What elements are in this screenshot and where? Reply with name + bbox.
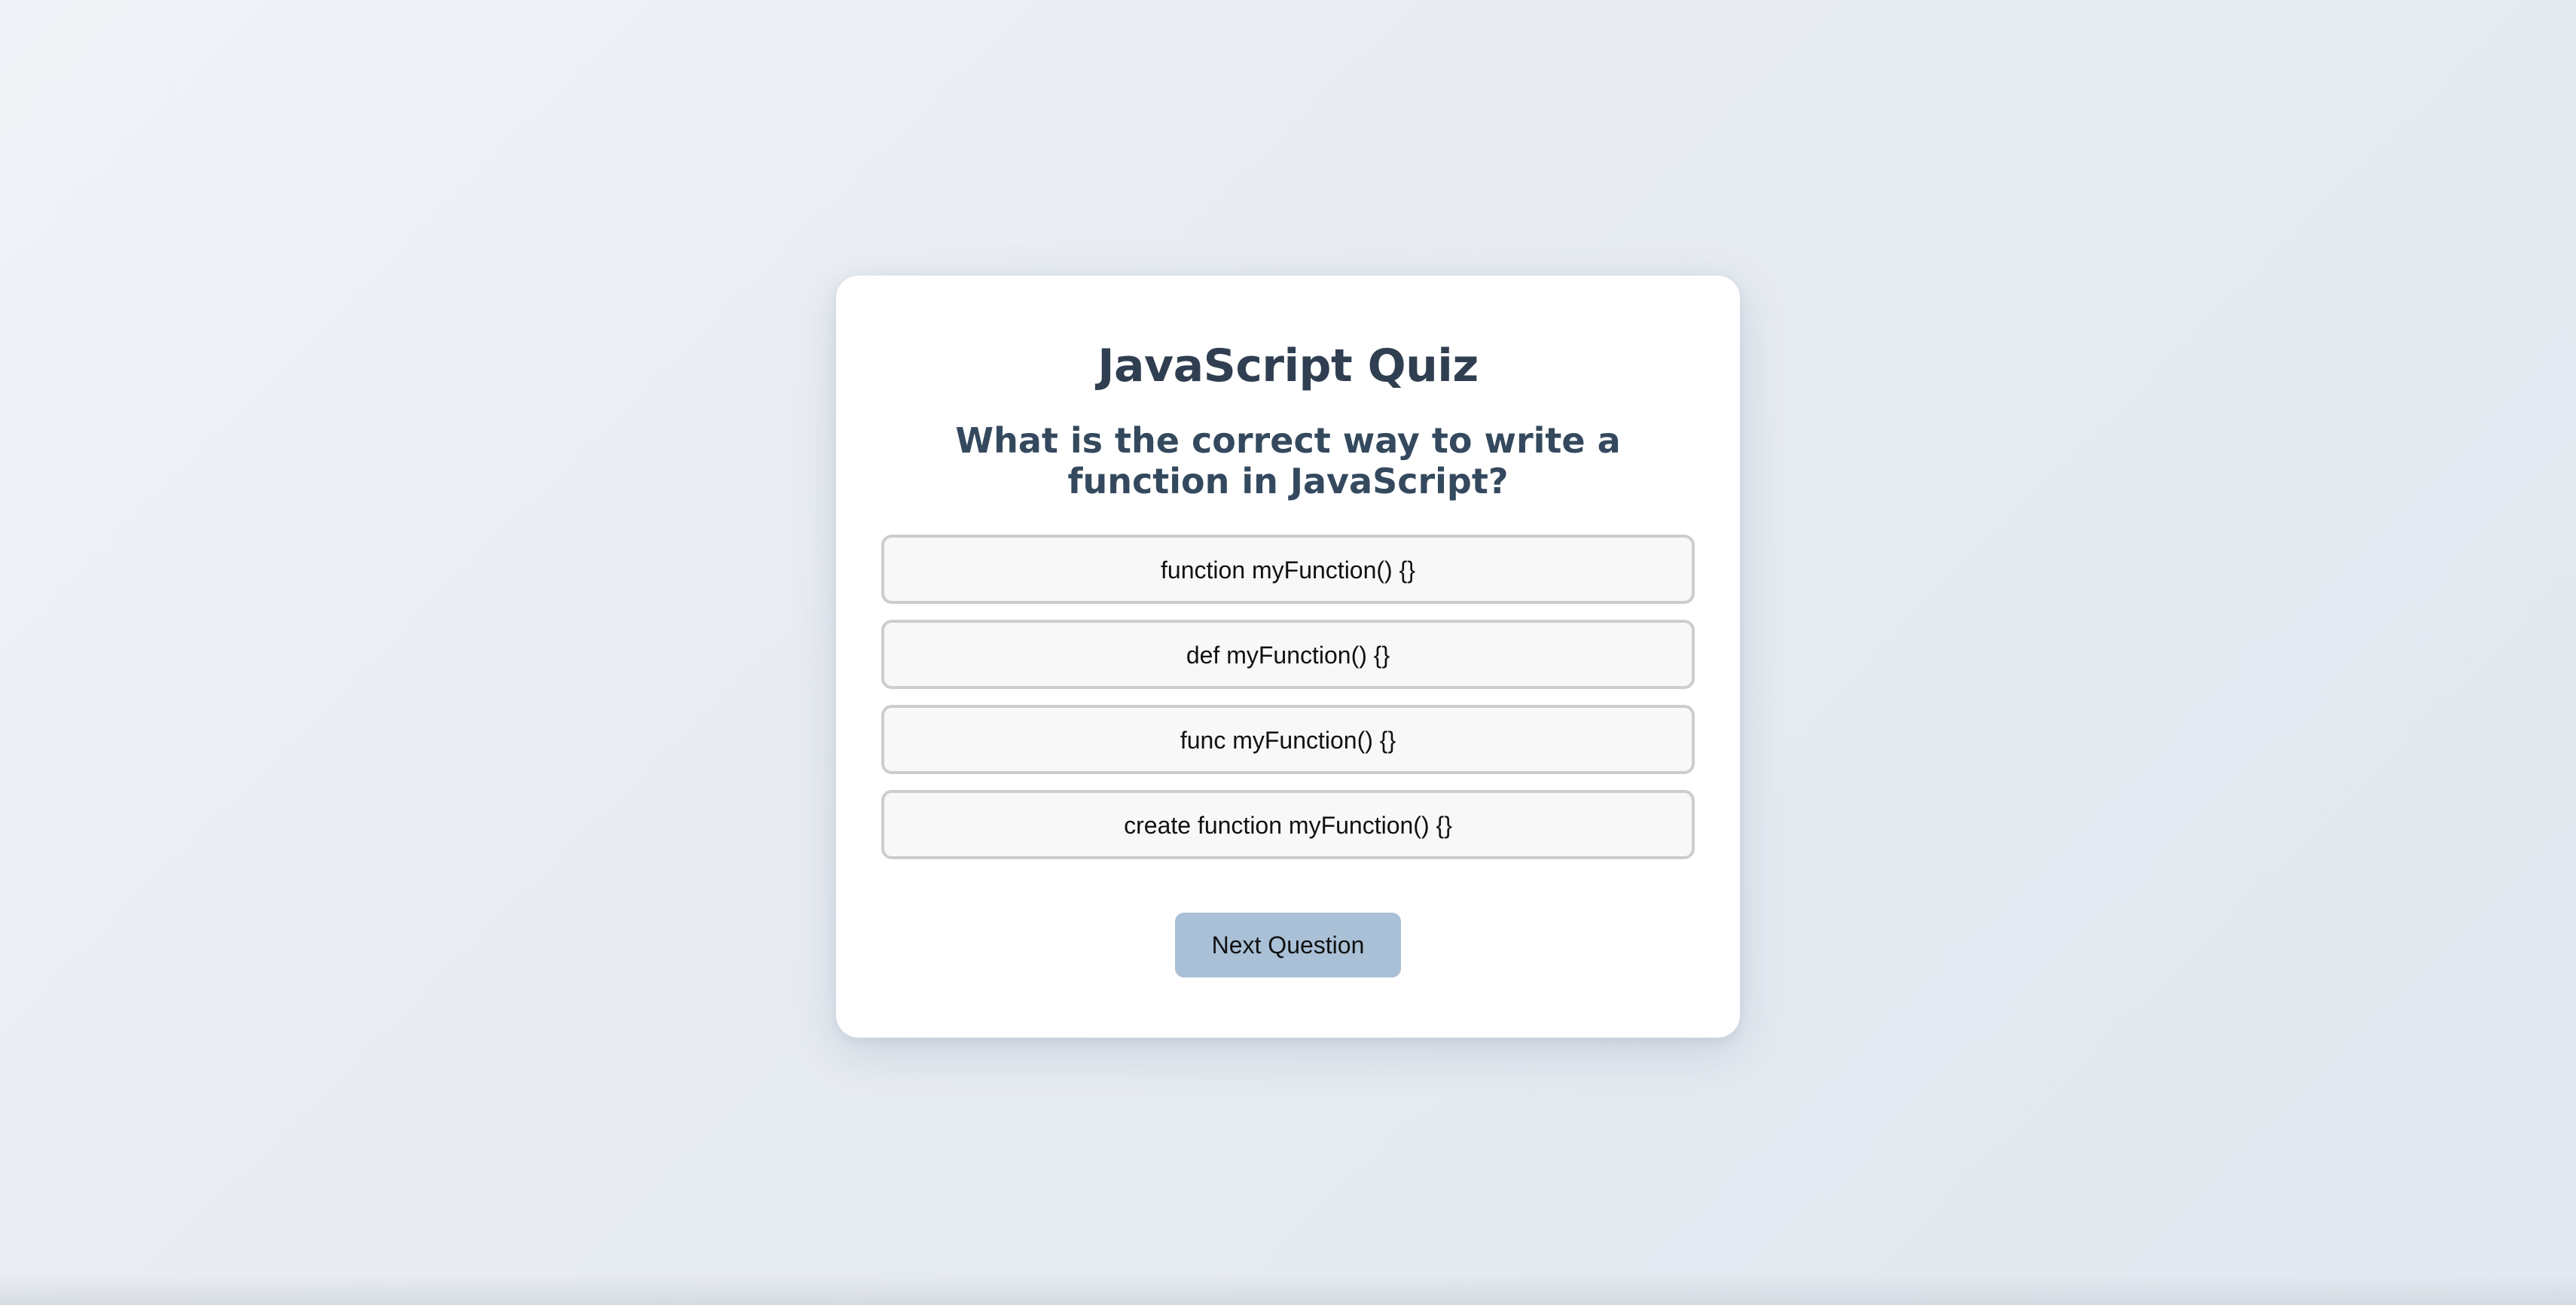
answer-options: function myFunction() {} def myFunction(… — [881, 535, 1695, 875]
answer-option-4[interactable]: create function myFunction() {} — [881, 790, 1695, 859]
quiz-card: JavaScript Quiz What is the correct way … — [836, 276, 1740, 1038]
quiz-title: JavaScript Quiz — [1097, 340, 1479, 392]
answer-option-2[interactable]: def myFunction() {} — [881, 620, 1695, 689]
window-bottom-shade — [0, 1275, 2576, 1305]
answer-option-3[interactable]: func myFunction() {} — [881, 705, 1695, 774]
answer-option-1[interactable]: function myFunction() {} — [881, 535, 1695, 604]
next-question-button[interactable]: Next Question — [1175, 913, 1401, 977]
question-text: What is the correct way to write a funct… — [955, 420, 1621, 502]
